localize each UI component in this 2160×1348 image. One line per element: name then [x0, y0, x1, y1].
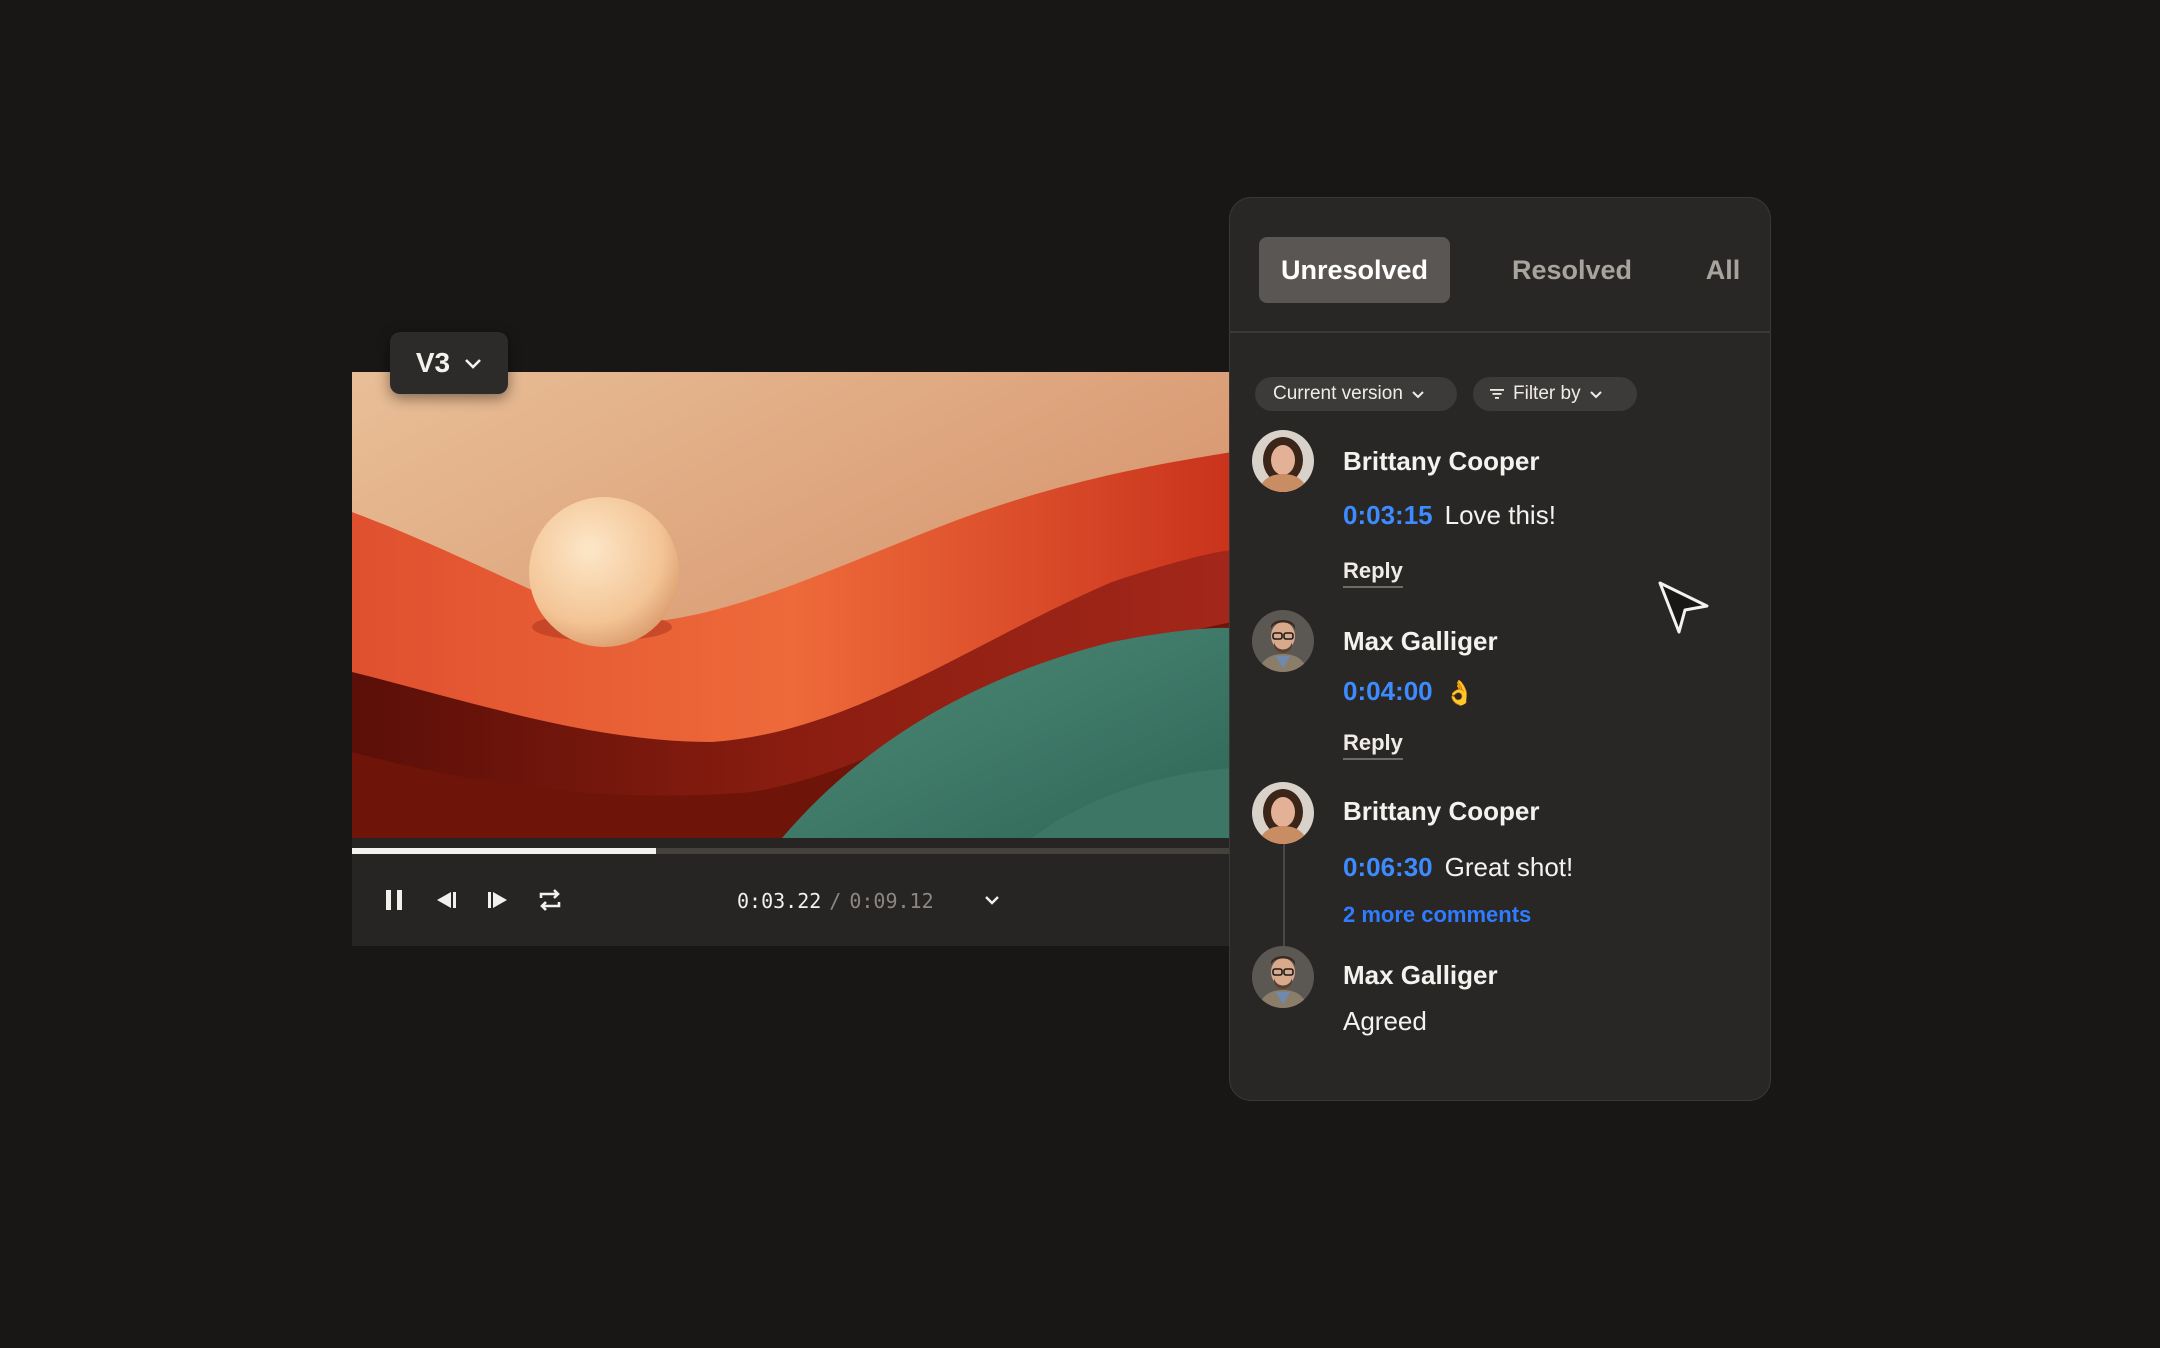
- more-comments-link[interactable]: 2 more comments: [1343, 902, 1531, 928]
- comment-author: Brittany Cooper: [1343, 446, 1540, 476]
- tab-resolved[interactable]: Resolved: [1501, 237, 1643, 303]
- avatar: [1252, 430, 1314, 492]
- ok-hand-emoji: 👌: [1444, 679, 1475, 707]
- filter-by-dropdown[interactable]: Filter by: [1473, 377, 1637, 411]
- timecode: 0:03.22 / 0:09.12: [737, 886, 934, 916]
- comments-panel: Unresolved Resolved All Current version …: [1229, 197, 1771, 1101]
- comment-text: Love this!: [1444, 500, 1556, 530]
- duration: 0:09.12: [849, 889, 934, 913]
- avatar: [1252, 610, 1314, 672]
- version-filter-dropdown[interactable]: Current version: [1255, 377, 1457, 411]
- mouse-pointer-icon: [1658, 581, 1709, 634]
- reply-button[interactable]: Reply: [1343, 730, 1403, 760]
- woman-avatar-photo: [1252, 782, 1314, 844]
- previous-frame-button[interactable]: [424, 878, 468, 922]
- man-avatar-photo: [1252, 610, 1314, 672]
- reply-button[interactable]: Reply: [1343, 558, 1403, 588]
- step-forward-icon: [488, 892, 507, 908]
- tabs-divider: [1230, 331, 1770, 333]
- comment-text: Agreed: [1343, 1006, 1427, 1036]
- comment-author: Brittany Cooper: [1343, 796, 1540, 826]
- comment-body: 0:04:00 👌: [1343, 676, 1475, 708]
- avatar: [1252, 946, 1314, 1008]
- video-player: 0:03.22 / 0:09.12: [352, 372, 1232, 946]
- chevron-down-icon: [465, 359, 482, 369]
- pause-icon: [386, 890, 402, 910]
- filter-by-label: Filter by: [1513, 383, 1581, 404]
- chevron-down-icon: [1412, 390, 1424, 398]
- tab-unresolved[interactable]: Unresolved: [1259, 237, 1450, 303]
- tab-all[interactable]: All: [1695, 237, 1751, 303]
- loop-icon: [539, 889, 561, 911]
- filter-icon: [1490, 389, 1504, 399]
- loop-button[interactable]: [528, 878, 572, 922]
- step-back-icon: [437, 892, 456, 908]
- man-avatar-photo: [1252, 946, 1314, 1008]
- chevron-down-icon: [1589, 390, 1602, 398]
- player-controls: 0:03.22 / 0:09.12: [352, 854, 1232, 946]
- comment-text: Great shot!: [1444, 852, 1574, 882]
- next-frame-button[interactable]: [476, 878, 520, 922]
- comment-author: Max Galliger: [1343, 626, 1498, 656]
- current-time: 0:03.22: [737, 889, 822, 913]
- timecode-options-button[interactable]: [974, 882, 1010, 918]
- comment-timestamp[interactable]: 0:03:15: [1343, 500, 1433, 530]
- comment-author: Max Galliger: [1343, 960, 1498, 990]
- comment-timestamp[interactable]: 0:06:30: [1343, 852, 1433, 882]
- version-filter-label: Current version: [1273, 383, 1403, 404]
- comment-body: 0:03:15 Love this!: [1343, 500, 1556, 531]
- avatar: [1252, 782, 1314, 844]
- chevron-down-icon: [985, 896, 999, 905]
- version-selector[interactable]: V3: [390, 332, 508, 394]
- comment-body: 0:06:30 Great shot!: [1343, 852, 1573, 883]
- video-frame[interactable]: [352, 372, 1232, 838]
- video-artwork: [352, 372, 1232, 838]
- comment-timestamp[interactable]: 0:04:00: [1343, 676, 1433, 706]
- woman-avatar-photo: [1252, 430, 1314, 492]
- time-separator: /: [829, 889, 842, 913]
- pause-button[interactable]: [372, 878, 416, 922]
- version-label: V3: [415, 347, 451, 378]
